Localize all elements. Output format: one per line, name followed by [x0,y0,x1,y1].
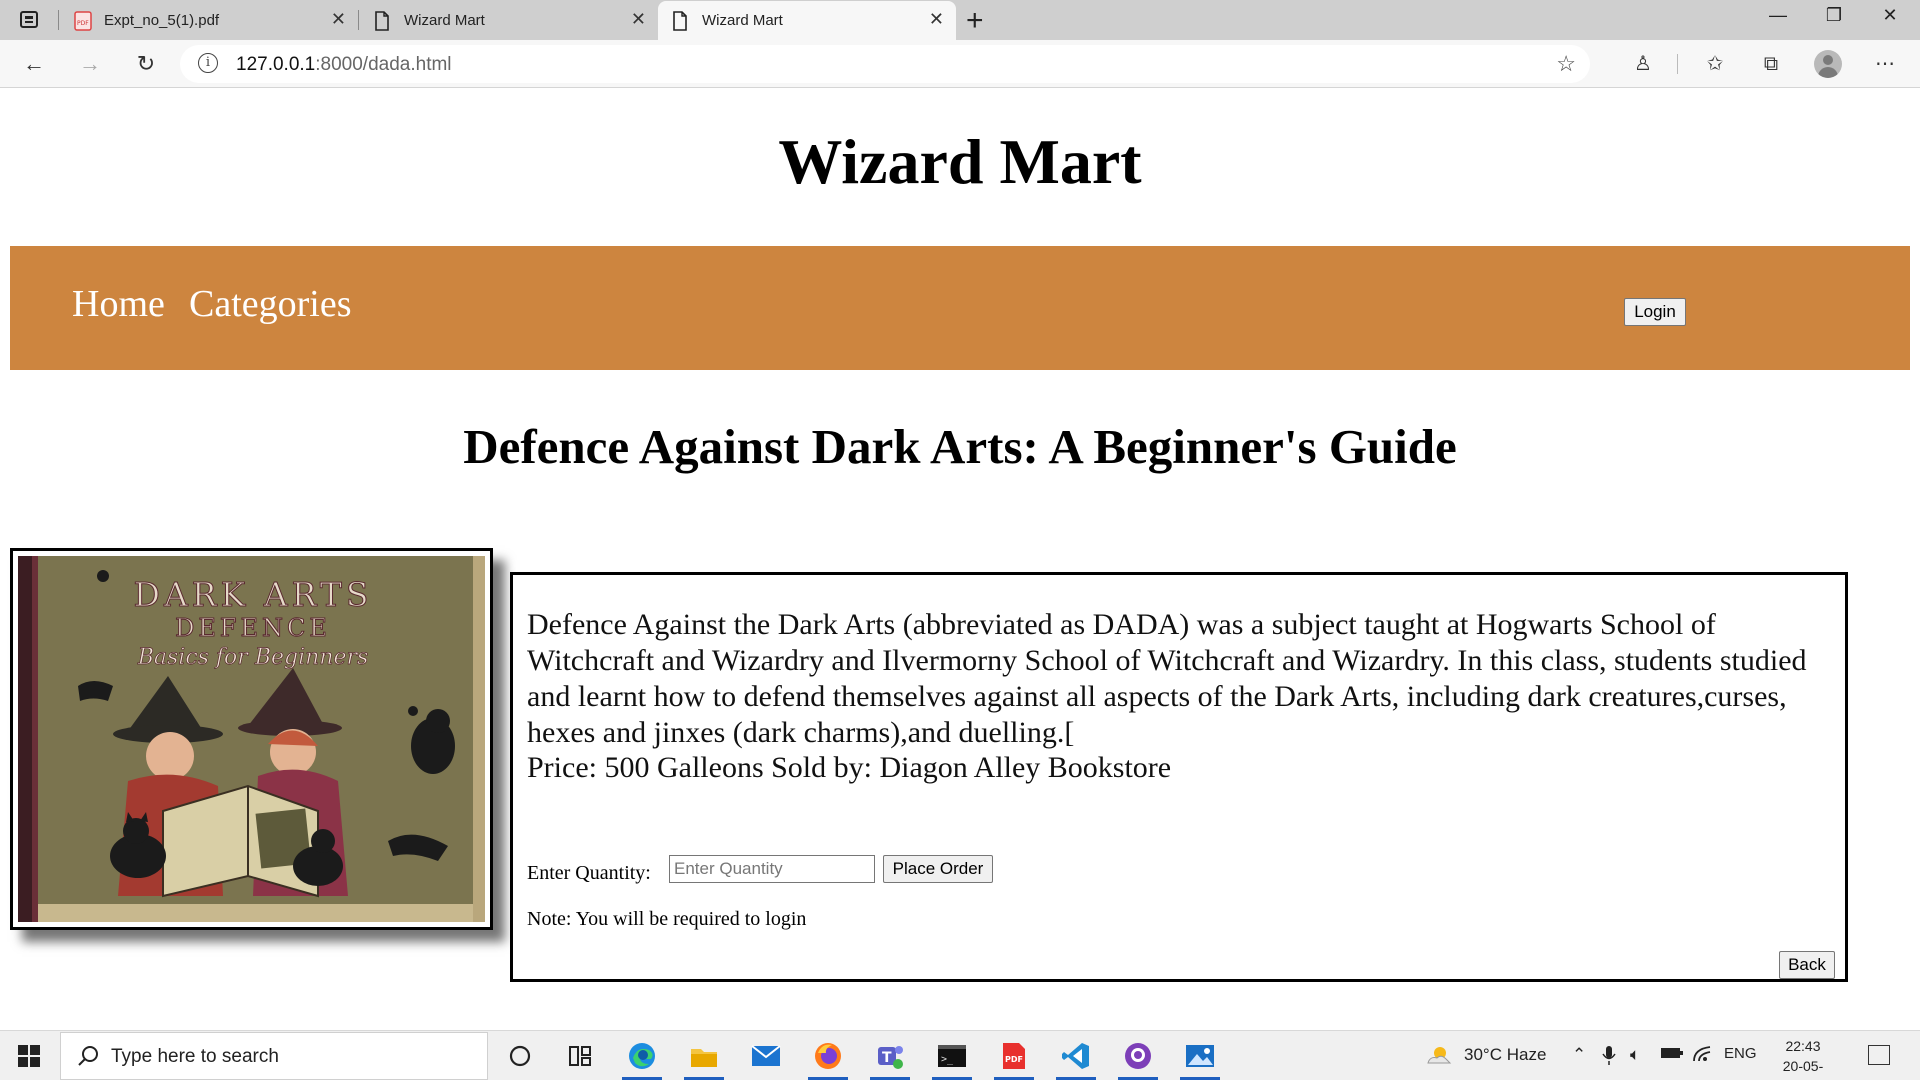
refresh-icon[interactable]: ↻ [130,48,162,80]
teams-icon[interactable]: T [868,1036,912,1080]
file-explorer-icon[interactable] [682,1036,726,1080]
minimize-icon[interactable]: — [1758,5,1798,26]
clock-time: 22:43 [1785,1038,1821,1054]
tab-title: Expt_no_5(1).pdf [104,12,220,29]
microphone-icon[interactable] [1602,1045,1616,1070]
pdf-reader-icon[interactable]: PDF [992,1036,1036,1080]
tab-wizard-mart-1[interactable]: Wizard Mart ✕ [360,1,658,40]
more-menu-icon[interactable]: ⋯ [1870,49,1900,79]
pdf-icon: PDF [74,11,92,31]
mail-icon[interactable] [744,1036,788,1076]
page-icon [374,11,392,31]
url-text[interactable]: 127.0.0.1:8000/dada.html [236,54,452,76]
svg-text:T: T [882,1050,892,1066]
back-button[interactable]: Back [1779,951,1835,979]
product-description-box: Defence Against the Dark Arts (abbreviat… [510,572,1848,982]
taskbar: Type here to search T >_ PDF 30°C Haze ⌃ [0,1030,1920,1080]
close-tab-icon[interactable]: ✕ [631,9,646,30]
weather-icon[interactable] [1426,1045,1452,1070]
book-cover-image: DARK ARTS DEFENCE Basics for Beginners [18,556,485,922]
product-description: Defence Against the Dark Arts (abbreviat… [527,608,1807,749]
language-indicator[interactable]: ENG [1724,1045,1757,1062]
photos-icon[interactable] [1178,1036,1222,1080]
product-title: Defence Against Dark Arts: A Beginner's … [463,419,1457,474]
show-hidden-icons-chevron-icon[interactable]: ⌃ [1572,1045,1586,1065]
notification-center-icon[interactable] [1868,1045,1890,1065]
task-view-icon[interactable] [558,1036,602,1076]
github-desktop-icon[interactable] [1116,1036,1160,1080]
search-icon [77,1045,99,1067]
browser-tab-bar: PDF Expt_no_5(1).pdf ✕ Wizard Mart ✕ Wiz… [0,0,1920,40]
vscode-icon[interactable] [1054,1036,1098,1080]
site-info-icon[interactable]: i [198,53,218,73]
quantity-input[interactable] [669,855,875,883]
restore-icon[interactable]: ❐ [1814,5,1854,26]
add-favorite-icon[interactable]: ☆ [1556,51,1576,77]
clock-date: 20-05-2021 [1782,1058,1824,1080]
browser-essentials-icon[interactable]: ♙ [1628,49,1658,79]
cortana-icon[interactable] [498,1036,542,1076]
product-image-frame: DARK ARTS DEFENCE Basics for Beginners [10,548,493,930]
favorites-icon[interactable]: ✩ [1700,49,1730,79]
forward-arrow-icon[interactable]: → [74,48,106,80]
back-arrow-icon[interactable]: ← [18,48,50,80]
tab-separator [58,10,59,30]
battery-icon[interactable] [1660,1045,1684,1065]
url-field[interactable]: i 127.0.0.1:8000/dada.html ☆ [180,45,1590,83]
tab-actions-icon[interactable] [18,9,42,31]
edge-browser-icon[interactable] [620,1036,664,1080]
weather-text[interactable]: 30°C Haze [1464,1045,1546,1065]
taskbar-search-box[interactable]: Type here to search [60,1032,488,1080]
address-bar: ← → ↻ i 127.0.0.1:8000/dada.html ☆ ♙ ✩ ⧉… [0,40,1920,88]
url-host: 127.0.0.1 [236,54,316,75]
tab-wizard-mart-active[interactable]: Wizard Mart ✕ [658,1,956,40]
toolbar-divider [1677,54,1678,74]
url-path: :8000/dada.html [315,54,452,75]
windows-start-icon[interactable] [18,1045,40,1067]
login-button[interactable]: Login [1624,298,1686,326]
new-tab-icon[interactable]: + [966,4,984,38]
close-window-icon[interactable]: ✕ [1870,5,1910,26]
quantity-label: Enter Quantity: [527,862,651,884]
nav-categories-link[interactable]: Categories [189,282,352,326]
taskbar-clock[interactable]: 22:43 20-05-2021 [1768,1036,1838,1080]
wifi-icon[interactable] [1692,1045,1712,1068]
cover-title-line2: DEFENCE [175,614,331,642]
close-tab-icon[interactable]: ✕ [929,9,944,30]
firefox-icon[interactable] [806,1036,850,1080]
tab-title: Wizard Mart [404,12,485,29]
site-title: Wizard Mart [778,126,1142,197]
tab-separator [358,10,359,30]
volume-icon[interactable]: 🔈︎ [1630,1045,1640,1065]
tab-pdf[interactable]: PDF Expt_no_5(1).pdf ✕ [60,1,358,40]
terminal-icon[interactable]: >_ [930,1036,974,1080]
svg-text:PDF: PDF [1005,1055,1023,1064]
cover-title-line3: Basics for Beginners [137,645,369,670]
page-icon [672,11,690,31]
svg-text:>_: >_ [941,1054,954,1065]
svg-text:PDF: PDF [77,20,89,27]
cover-title-line1: DARK ARTS [134,575,373,614]
close-tab-icon[interactable]: ✕ [331,9,346,30]
nav-home-link[interactable]: Home [72,282,165,326]
quantity-row: Enter Quantity: Place Order [527,855,993,885]
login-note: Note: You will be required to login [527,908,807,930]
nav-bar: Home Categories Login [10,246,1910,370]
profile-avatar[interactable] [1814,50,1842,78]
place-order-button[interactable]: Place Order [883,855,993,883]
search-placeholder: Type here to search [111,1046,279,1067]
price-seller-line: Price: 500 Galleons Sold by: Diagon Alle… [527,751,1172,784]
tab-title: Wizard Mart [702,12,783,29]
collections-icon[interactable]: ⧉ [1756,49,1786,79]
